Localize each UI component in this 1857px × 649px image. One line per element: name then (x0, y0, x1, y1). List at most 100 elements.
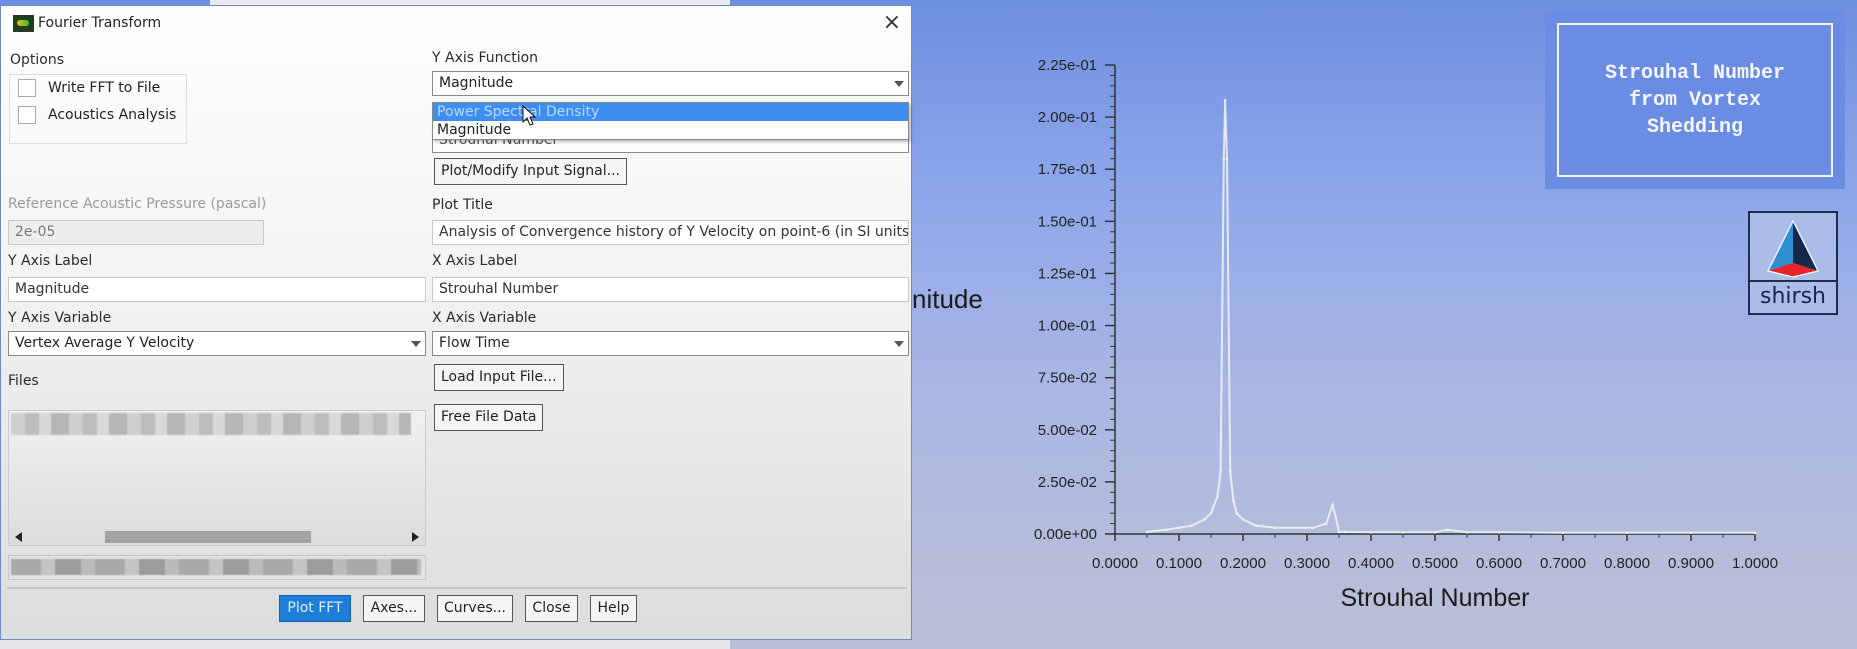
fft-data-point (1219, 470, 1222, 473)
y-axis-label-input[interactable]: Magnitude (8, 277, 426, 302)
fft-data-point (1446, 528, 1450, 532)
chevron-down-icon (411, 341, 421, 347)
fft-data-point (1228, 470, 1232, 473)
fft-data-point (1331, 503, 1334, 507)
x-axis-label-input[interactable]: Strouhal Number (432, 277, 909, 302)
options-group: Write FFT to File Acoustics Analysis (9, 74, 187, 144)
x-tick-label: 0.6000 (1476, 555, 1522, 572)
dropdown-option-power-spectral-density[interactable]: Power Spectral Density (433, 103, 908, 121)
help-button[interactable]: Help (590, 595, 637, 622)
fft-data-point (1312, 526, 1315, 530)
acoustics-analysis-checkbox[interactable] (18, 106, 36, 124)
badge-line: from Vortex (1628, 88, 1762, 112)
close-icon[interactable]: × (883, 10, 901, 35)
y-axis-variable-value: Vertex Average Y Velocity (15, 335, 195, 351)
x-tick-label: 0.4000 (1348, 555, 1394, 572)
dropdown-option-magnitude[interactable]: Magnitude (433, 121, 908, 139)
x-tick-label: 0.0000 (1092, 555, 1138, 572)
x-tick-label: 0.9000 (1668, 555, 1714, 572)
x-axis-title: Strouhal Number (1341, 584, 1530, 612)
fft-data-point (1344, 530, 1347, 534)
chevron-down-icon (894, 81, 904, 87)
y-tick-label: 1.25e-01 (1038, 265, 1097, 282)
logo-text: shirsh (1750, 280, 1836, 313)
x-axis-variable-label: X Axis Variable (432, 310, 537, 326)
curves-button[interactable]: Curves... (437, 595, 513, 622)
y-tick-label: 7.50e-02 (1038, 370, 1097, 387)
reference-pressure-input[interactable]: 2e-05 (8, 220, 264, 245)
fft-data-point (1625, 531, 1629, 535)
close-button[interactable]: Close (525, 595, 578, 622)
fft-data-point (1164, 528, 1168, 532)
fft-data-point (1209, 511, 1213, 515)
fft-data-point (1689, 531, 1693, 535)
dialog-titlebar[interactable]: Fourier Transform × (1, 6, 911, 42)
y-tick-label: 1.50e-01 (1038, 213, 1097, 230)
shirsh-logo: shirsh (1748, 211, 1838, 315)
fourier-transform-dialog: Fourier Transform × Options Write FFT to… (0, 5, 912, 640)
chevron-down-icon (894, 341, 904, 347)
fft-data-point (1190, 524, 1194, 527)
y-tick-label: 0.00e+00 (1034, 526, 1097, 543)
x-tick-label: 0.7000 (1540, 555, 1586, 572)
badge-line: Strouhal Number (1604, 61, 1786, 85)
y-axis-function-select[interactable]: Magnitude (432, 71, 909, 96)
fft-data-point (1337, 530, 1341, 534)
write-fft-checkbox[interactable] (18, 79, 36, 97)
file-path-field-redacted[interactable] (8, 555, 426, 580)
acoustics-analysis-checkbox-row[interactable]: Acoustics Analysis (18, 106, 176, 124)
write-fft-label: Write FFT to File (48, 80, 161, 96)
scroll-right-icon[interactable] (412, 532, 419, 542)
file-entry-redacted[interactable] (11, 413, 411, 435)
x-axis-variable-value: Flow Time (439, 335, 510, 351)
fft-data-point (1401, 531, 1405, 534)
y-tick-label: 2.00e-01 (1038, 109, 1097, 126)
fft-data-point (1369, 531, 1373, 534)
fft-data-point (1145, 530, 1149, 534)
plot-fft-button[interactable]: Plot FFT (279, 595, 351, 622)
file-path-redacted (11, 559, 421, 575)
plot-modify-input-signal-button[interactable]: Plot/Modify Input Signal... (434, 158, 627, 185)
title-badge-frame: Strouhal Number from Vortex Shedding (1557, 23, 1833, 177)
fft-data-point (1334, 516, 1338, 519)
y-axis-title-partial: nitude (912, 284, 983, 314)
fft-data-point (1324, 522, 1328, 525)
scroll-left-icon[interactable] (15, 532, 22, 542)
plot-title-input[interactable]: Analysis of Convergence history of Y Vel… (432, 220, 909, 245)
load-input-file-button[interactable]: Load Input File... (434, 364, 564, 391)
y-tick-label: 1.75e-01 (1038, 161, 1097, 178)
acoustics-analysis-label: Acoustics Analysis (48, 107, 177, 123)
fft-data-point (1177, 526, 1181, 530)
pyramid-logo-icon (1767, 219, 1819, 278)
y-tick-label: 2.50e-02 (1038, 474, 1097, 491)
axes-button[interactable]: Axes... (363, 595, 425, 622)
files-horizontal-scrollbar[interactable] (9, 529, 425, 545)
y-tick-label: 2.25e-01 (1038, 57, 1097, 74)
write-fft-checkbox-row[interactable]: Write FFT to File (18, 79, 160, 97)
footer-divider (7, 587, 907, 589)
free-file-data-button[interactable]: Free File Data (434, 404, 544, 431)
fft-data-point (1235, 511, 1238, 515)
y-axis-label-label: Y Axis Label (8, 253, 93, 269)
fft-data-point (1203, 518, 1206, 521)
fluent-app-icon (13, 15, 34, 32)
fft-data-point (1465, 531, 1469, 534)
x-axis-variable-select[interactable]: Flow Time (432, 331, 909, 356)
x-tick-label: 0.1000 (1156, 555, 1202, 572)
fft-data-point (1241, 518, 1245, 521)
badge-line: Shedding (1646, 115, 1743, 139)
x-axis-label-label: X Axis Label (432, 253, 518, 269)
x-tick-label: 0.2000 (1220, 555, 1266, 572)
scrollbar-thumb[interactable] (105, 531, 311, 543)
x-tick-label: 0.5000 (1412, 555, 1458, 572)
y-axis-variable-select[interactable]: Vertex Average Y Velocity (8, 331, 426, 356)
y-tick-label: 1.00e-01 (1038, 318, 1097, 335)
y-axis-function-value: Magnitude (439, 75, 514, 91)
files-list[interactable] (8, 410, 426, 546)
dialog-title: Fourier Transform (38, 15, 162, 31)
y-axis-function-dropdown[interactable]: Power Spectral Density Magnitude (432, 102, 909, 140)
y-axis-function-label: Y Axis Function (432, 50, 539, 66)
fft-data-point (1222, 157, 1226, 161)
fft-data-point (1497, 531, 1501, 534)
files-label: Files (8, 373, 39, 389)
